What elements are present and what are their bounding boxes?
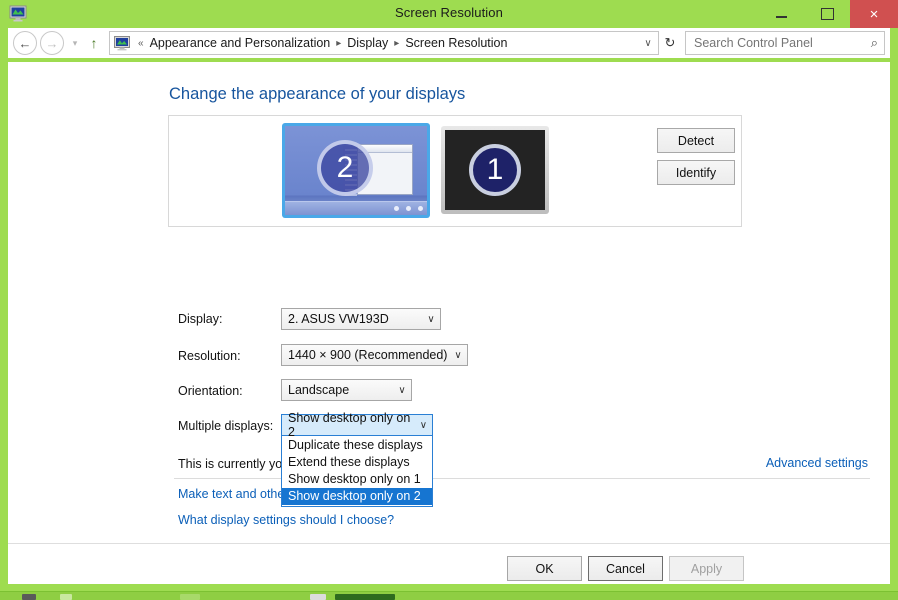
maximize-button[interactable]: [804, 0, 850, 28]
orientation-select[interactable]: Landscape ∨: [281, 379, 412, 401]
footer-divider: [8, 543, 890, 544]
back-button[interactable]: ←: [13, 31, 37, 55]
content-panel: Change the appearance of your displays 2…: [8, 62, 890, 584]
chevron-down-icon: ∨: [454, 349, 462, 361]
apply-button: Apply: [669, 556, 744, 581]
display-select-value: 2. ASUS VW193D: [288, 312, 389, 326]
search-box[interactable]: ⌕: [685, 31, 885, 55]
dropdown-option-duplicate[interactable]: Duplicate these displays: [282, 437, 432, 454]
breadcrumb-item-appearance[interactable]: Appearance and Personalization: [149, 36, 332, 50]
breadcrumb: « Appearance and Personalization ▸ Displ…: [133, 36, 640, 50]
navigation-bar: ← → ▾ ↑ « Appearance and Personalization: [8, 28, 890, 58]
resolution-select-value: 1440 × 900 (Recommended): [288, 348, 448, 362]
page-title: Change the appearance of your displays: [169, 85, 466, 103]
what-display-settings-link[interactable]: What display settings should I choose?: [178, 513, 394, 527]
breadcrumb-overflow-icon[interactable]: «: [133, 38, 149, 49]
recent-locations-button[interactable]: ▾: [67, 38, 83, 49]
dropdown-option-show-only-1[interactable]: Show desktop only on 1: [282, 471, 432, 488]
address-bar[interactable]: « Appearance and Personalization ▸ Displ…: [109, 31, 659, 55]
back-arrow-icon: ←: [18, 35, 32, 51]
display-select[interactable]: 2. ASUS VW193D ∨: [281, 308, 441, 330]
minimize-icon: [775, 16, 787, 18]
forward-arrow-icon: →: [45, 35, 59, 51]
orientation-label: Orientation:: [178, 384, 243, 398]
display-arrangement-preview[interactable]: 2 1 Detect Identify: [168, 115, 742, 227]
taskbar[interactable]: [0, 591, 898, 600]
resolution-label: Resolution:: [178, 349, 241, 363]
breadcrumb-separator-icon: ▸: [394, 37, 400, 49]
screen-resolution-window: Screen Resolution × ← → ▾ ↑ « Appearance…: [0, 0, 898, 592]
minimize-button[interactable]: [758, 0, 804, 28]
chevron-down-icon: ∨: [419, 419, 428, 431]
monitor-2-taskbar-graphic: [285, 201, 427, 215]
section-divider: [174, 478, 870, 479]
window-title-bar: Screen Resolution ×: [0, 0, 898, 28]
display-label: Display:: [178, 312, 223, 326]
breadcrumb-item-display[interactable]: Display: [346, 36, 389, 50]
multiple-displays-label: Multiple displays:: [178, 419, 274, 433]
dropdown-option-show-only-2[interactable]: Show desktop only on 2: [282, 488, 432, 505]
monitor-number-badge-1: 1: [469, 144, 521, 196]
monitor-2-screen: 2: [285, 126, 427, 215]
search-icon: ⌕: [870, 35, 878, 50]
chevron-down-icon: ∨: [398, 384, 406, 396]
forward-button[interactable]: →: [40, 31, 64, 55]
close-icon: ×: [869, 5, 879, 23]
advanced-settings-link[interactable]: Advanced settings: [766, 456, 868, 470]
monitor-preview-1[interactable]: 1: [441, 126, 549, 214]
cancel-button[interactable]: Cancel: [588, 556, 663, 581]
multiple-displays-dropdown-list[interactable]: Duplicate these displays Extend these di…: [281, 436, 433, 507]
up-one-level-button[interactable]: ↑: [83, 35, 105, 51]
monitor-preview-2[interactable]: 2: [282, 123, 430, 218]
chevron-down-icon: ∨: [427, 313, 435, 325]
breadcrumb-item-screen-resolution[interactable]: Screen Resolution: [404, 36, 508, 50]
monitor-number-badge-2: 2: [317, 140, 373, 196]
desktop-background: Screen Resolution × ← → ▾ ↑ « Appearance…: [0, 0, 898, 600]
close-button[interactable]: ×: [850, 0, 898, 28]
search-input[interactable]: [692, 35, 871, 51]
multiple-displays-select[interactable]: Show desktop only on 2 ∨: [281, 411, 433, 439]
multiple-displays-select-value: Show desktop only on 2: [288, 411, 411, 439]
breadcrumb-separator-icon: ▸: [336, 37, 342, 49]
ok-button[interactable]: OK: [507, 556, 582, 581]
resolution-select[interactable]: 1440 × 900 (Recommended) ∨: [281, 344, 468, 366]
maximize-icon: [820, 8, 834, 20]
detect-button[interactable]: Detect: [657, 128, 735, 153]
monitor-1-screen: 1: [445, 130, 545, 210]
address-display-icon: [114, 35, 130, 50]
address-dropdown-icon[interactable]: ∨: [640, 38, 656, 49]
dropdown-option-extend[interactable]: Extend these displays: [282, 454, 432, 471]
orientation-select-value: Landscape: [288, 383, 350, 397]
identify-button[interactable]: Identify: [657, 160, 735, 185]
refresh-button[interactable]: ↻: [659, 35, 681, 51]
